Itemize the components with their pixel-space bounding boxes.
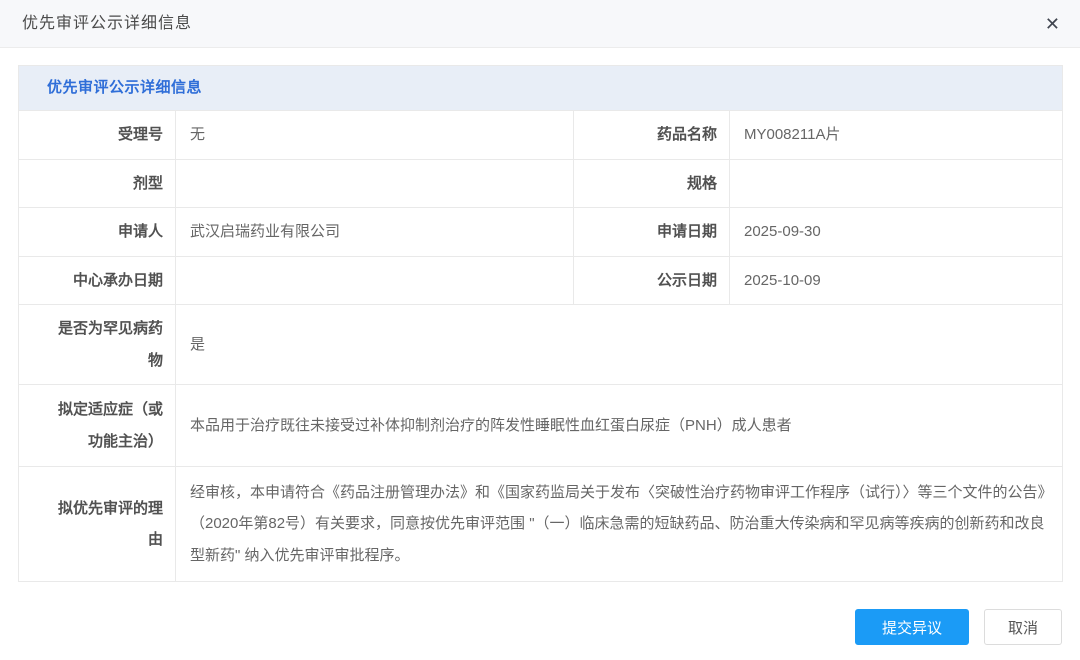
close-icon[interactable]: ✕ (1045, 0, 1060, 48)
dosage-form-label: 剂型 (19, 159, 176, 208)
cancel-button[interactable]: 取消 (984, 609, 1062, 645)
indication-value: 本品用于治疗既往未接受过补体抑制剂治疗的阵发性睡眠性血红蛋白尿症（PNH）成人患… (176, 385, 1063, 467)
table-row: 剂型 规格 (19, 159, 1063, 208)
detail-table: 优先审评公示详细信息 受理号 无 药品名称 MY008211A片 剂型 规格 申… (18, 65, 1063, 582)
acceptance-no-label: 受理号 (19, 111, 176, 160)
apply-date-value: 2025-09-30 (730, 208, 1063, 257)
submit-objection-button[interactable]: 提交异议 (855, 609, 969, 645)
modal-title: 优先审评公示详细信息 (22, 0, 192, 48)
apply-date-label: 申请日期 (574, 208, 730, 257)
table-row: 申请人 武汉启瑞药业有限公司 申请日期 2025-09-30 (19, 208, 1063, 257)
applicant-label: 申请人 (19, 208, 176, 257)
table-row: 拟优先审评的理由 经审核，本申请符合《药品注册管理办法》和《国家药监局关于发布〈… (19, 467, 1063, 582)
rare-disease-label: 是否为罕见病药物 (19, 305, 176, 385)
drug-name-label: 药品名称 (574, 111, 730, 160)
reason-value: 经审核，本申请符合《药品注册管理办法》和《国家药监局关于发布〈突破性治疗药物审评… (176, 467, 1063, 582)
specification-value (730, 159, 1063, 208)
rare-disease-value: 是 (176, 305, 1063, 385)
publicity-date-value: 2025-10-09 (730, 256, 1063, 305)
center-date-label: 中心承办日期 (19, 256, 176, 305)
table-row: 拟定适应症（或功能主治） 本品用于治疗既往未接受过补体抑制剂治疗的阵发性睡眠性血… (19, 385, 1063, 467)
table-row: 中心承办日期 公示日期 2025-10-09 (19, 256, 1063, 305)
modal-titlebar: 优先审评公示详细信息 ✕ (0, 0, 1080, 48)
specification-label: 规格 (574, 159, 730, 208)
drug-name-value: MY008211A片 (730, 111, 1063, 160)
publicity-date-label: 公示日期 (574, 256, 730, 305)
acceptance-no-value: 无 (176, 111, 574, 160)
table-row: 受理号 无 药品名称 MY008211A片 (19, 111, 1063, 160)
indication-label: 拟定适应症（或功能主治） (19, 385, 176, 467)
dosage-form-value (176, 159, 574, 208)
panel-header-title: 优先审评公示详细信息 (19, 66, 1063, 111)
detail-panel: 优先审评公示详细信息 受理号 无 药品名称 MY008211A片 剂型 规格 申… (18, 65, 1062, 582)
modal-footer: 提交异议 取消 (855, 609, 1062, 645)
reason-label: 拟优先审评的理由 (19, 467, 176, 582)
applicant-value: 武汉启瑞药业有限公司 (176, 208, 574, 257)
center-date-value (176, 256, 574, 305)
table-row: 是否为罕见病药物 是 (19, 305, 1063, 385)
